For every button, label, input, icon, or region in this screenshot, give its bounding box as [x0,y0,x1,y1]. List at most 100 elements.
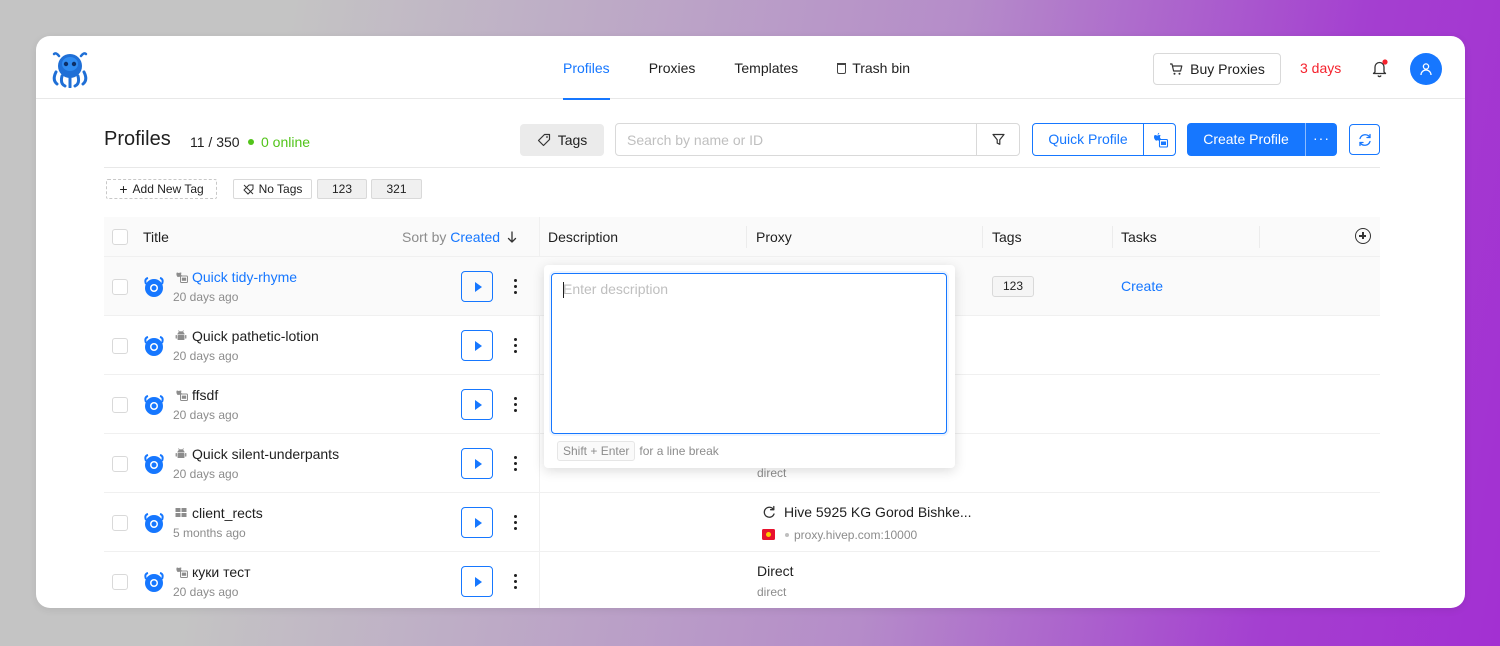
create-profile-button[interactable]: Create Profile [1187,123,1306,156]
nav-label: Templates [734,60,799,76]
profile-created-date: 20 days ago [173,290,239,304]
page-title: Profiles [104,128,171,150]
tag-filter-chip[interactable]: 123 [317,179,367,199]
plus-icon: + [119,181,128,197]
app-window: Profiles Proxies Templates Trash bin Buy… [36,36,1465,608]
column-tags: Tags [992,229,1022,245]
select-all-checkbox[interactable] [112,229,128,245]
profile-name[interactable]: client_rects [192,505,263,521]
row-checkbox[interactable] [112,279,128,295]
column-separator [982,226,983,248]
user-avatar[interactable] [1410,53,1442,85]
table-row[interactable]: client_rects 5 months ago Hive 5925 KG G… [104,493,1380,552]
filter-button[interactable] [976,124,1019,155]
start-profile-button[interactable] [461,448,493,479]
profile-name[interactable]: Quick silent-underpants [192,446,339,462]
browser-icon [144,336,164,356]
sort-value: Created [450,229,501,245]
android-icon [175,448,187,458]
trash-icon [837,63,847,74]
quick-profile-button-group: Quick Profile [1032,123,1176,156]
description-textarea[interactable] [551,273,947,434]
column-separator [746,226,747,248]
row-checkbox[interactable] [112,515,128,531]
column-tasks: Tasks [1121,229,1157,245]
nav-label: Proxies [648,60,696,76]
nav-proxies[interactable]: Proxies [649,36,696,99]
create-task-link[interactable]: Create [1121,278,1163,294]
sort-control[interactable]: Sort by Created [402,217,517,257]
profile-created-date: 20 days ago [173,349,239,363]
profile-tag[interactable]: 123 [992,276,1034,297]
row-menu-icon[interactable] [509,393,521,415]
status-dot [785,533,789,537]
quick-profile-os-button[interactable] [1144,124,1175,155]
start-profile-button[interactable] [461,330,493,361]
row-menu-icon[interactable] [509,511,521,533]
create-profile-more-button[interactable]: ··· [1306,123,1337,156]
bell-icon[interactable] [1371,58,1389,78]
sort-prefix: Sort by [402,229,447,245]
add-new-tag-button[interactable]: + Add New Tag [106,179,217,199]
start-profile-button[interactable] [461,566,493,597]
refresh-icon [1358,133,1371,146]
table-row[interactable]: куки тест 20 days ago Direct direct [104,552,1380,608]
profile-name[interactable]: ffsdf [192,387,218,403]
proxy-name[interactable]: Hive 5925 KG Gorod Bishke... [784,504,972,520]
online-label: 0 online [261,134,311,150]
profile-name[interactable]: Quick pathetic-lotion [192,328,319,344]
browser-icon [144,277,164,297]
online-dot [248,139,254,145]
row-menu-icon[interactable] [509,570,521,592]
android-icon [175,330,187,340]
buy-proxies-label: Buy Proxies [1190,61,1265,77]
refresh-button[interactable] [1349,124,1380,155]
profile-name[interactable]: куки тест [192,564,251,580]
nav-templates[interactable]: Templates [734,36,798,99]
proxy-address: direct [757,466,787,480]
macos-icon [176,272,188,283]
column-title: Title [143,229,169,245]
column-description: Description [548,229,619,245]
row-menu-icon[interactable] [509,334,521,356]
start-profile-button[interactable] [461,389,493,420]
row-checkbox[interactable] [112,397,128,413]
tags-button[interactable]: Tags [520,124,604,156]
row-checkbox[interactable] [112,456,128,472]
hint-text: for a line break [639,444,719,458]
windows-icon [175,508,187,517]
profile-name[interactable]: Quick tidy-rhyme [192,269,297,285]
proxy-address: direct [757,585,787,599]
tags-button-label: Tags [557,132,588,148]
profile-created-date: 5 months ago [173,526,246,540]
nav-label: Profiles [563,60,610,76]
quick-profile-button[interactable]: Quick Profile [1033,124,1144,155]
no-tags-filter[interactable]: No Tags [233,179,312,199]
row-menu-icon[interactable] [509,452,521,474]
main-nav: Profiles Proxies Templates Trash bin [563,36,949,100]
row-checkbox[interactable] [112,338,128,354]
add-column-icon[interactable] [1355,228,1371,244]
profile-count: 11 / 350 [190,134,240,150]
start-profile-button[interactable] [461,271,493,302]
profile-created-date: 20 days ago [173,408,239,422]
proxy-address: proxy.hivep.com:10000 [794,528,918,542]
start-profile-button[interactable] [461,507,493,538]
nav-trash-bin[interactable]: Trash bin [837,36,910,99]
filter-icon [991,133,1005,145]
tag-off-icon [242,184,254,195]
search-input[interactable] [627,132,967,148]
online-status: 0 online [248,134,310,150]
line-break-hint: Shift + Enter for a line break [557,441,719,461]
tag-filter-chip[interactable]: 321 [371,179,422,199]
cart-icon [1170,63,1183,75]
proxy-name[interactable]: Direct [757,563,794,579]
buy-proxies-button[interactable]: Buy Proxies [1153,53,1281,85]
row-checkbox[interactable] [112,574,128,590]
trial-days-remaining[interactable]: 3 days [1300,60,1341,76]
app-logo[interactable] [50,50,90,88]
nav-profiles[interactable]: Profiles [563,36,610,100]
row-menu-icon[interactable] [509,275,521,297]
proxy-refresh-icon[interactable] [762,505,776,519]
arrow-down-icon [507,231,517,243]
